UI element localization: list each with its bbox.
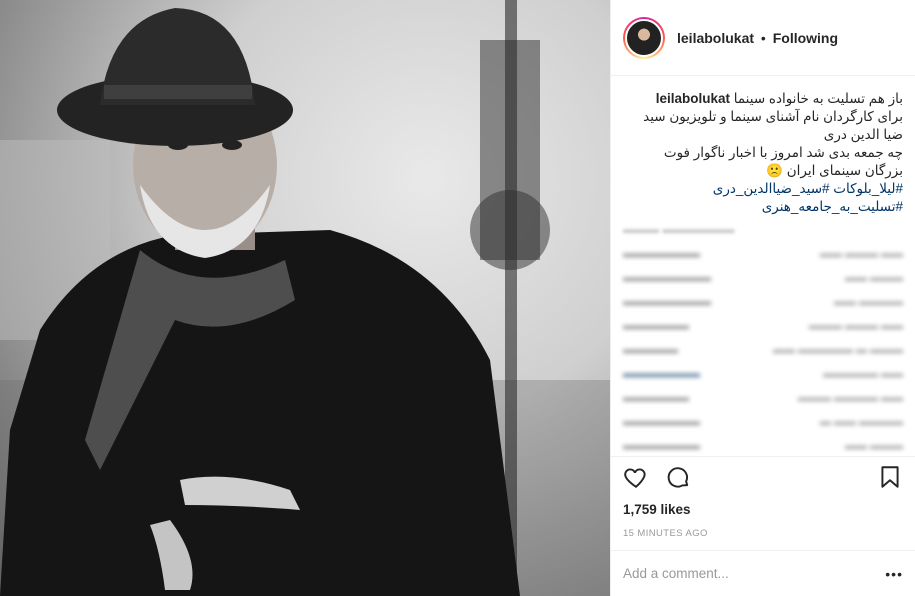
portrait-illustration — [0, 0, 610, 596]
hashtag-link[interactable]: #سید_ضیاالدین_دری — [713, 181, 830, 196]
comment-item: ▬▬▬▬▬▬ ▬▬ ▬▬▬ ▬▬▬ — [623, 320, 903, 332]
comment-item: ▬▬▬▬▬▬▬▬ ▬▬▬ ▬▬ — [623, 272, 903, 284]
action-bar — [611, 456, 915, 496]
comment-item: ▬▬▬▬▬ ▬▬▬ ▬ ▬▬▬▬▬ ▬▬ — [623, 344, 903, 356]
comments-area[interactable]: باز هم تسلیت به خانواده سینما leilaboluk… — [611, 76, 915, 456]
sad-face-emoji: 🙁 — [766, 163, 783, 178]
post-sidebar: leilabolukat • Following باز هم تسلیت به… — [610, 0, 915, 596]
view-all-comments[interactable]: ▬▬▬ ▬▬▬▬▬▬ — [623, 222, 903, 236]
comment-icon[interactable] — [665, 464, 691, 490]
comment-item: ▬▬▬▬▬▬ ▬▬ ▬▬▬▬ ▬▬▬ — [623, 392, 903, 404]
hashtag-link[interactable]: #تسلیت_به_جامعه_هنری — [762, 199, 903, 214]
author-username[interactable]: leilabolukat — [677, 30, 754, 46]
comment-item: ▬▬▬▬▬▬▬▬ ▬▬▬▬ ▬▬ — [623, 296, 903, 308]
caption-line: بزرگان سینمای ایران — [786, 163, 903, 178]
comment-item: ▬▬▬▬▬▬▬ ▬▬▬▬ ▬▬ ▬ — [623, 416, 903, 428]
comment-item: ▬▬▬▬▬▬▬ ▬▬ ▬▬▬ ▬▬ — [623, 248, 903, 260]
caption-username[interactable]: leilabolukat — [656, 91, 730, 106]
add-comment-bar: ••• — [611, 550, 915, 596]
comment-item: ▬▬▬▬▬▬▬ ▬▬▬ ▬▬ — [623, 440, 903, 452]
avatar[interactable] — [625, 18, 663, 57]
post-header: leilabolukat • Following — [611, 0, 915, 76]
caption-line: چه جمعه بدی شد امروز با اخبار ناگوار فوت — [663, 145, 903, 160]
more-options-icon[interactable]: ••• — [885, 566, 903, 582]
comment-item: ▬▬▬▬▬▬▬ ▬▬ ▬▬▬▬▬ — [623, 368, 903, 380]
heart-icon[interactable] — [623, 464, 649, 490]
header-user: leilabolukat • Following — [677, 30, 838, 46]
comment-input[interactable] — [623, 566, 886, 581]
caption-line: ضیا الدین دری — [823, 127, 903, 142]
likes-count[interactable]: 1,759 likes — [611, 496, 915, 522]
hashtag-link[interactable]: #لیلا_بلوکات — [833, 181, 903, 196]
blurred-comment-list: ▬▬▬▬▬▬▬ ▬▬ ▬▬▬ ▬▬ ▬▬▬▬▬▬▬▬ ▬▬▬ ▬▬ ▬▬▬▬▬▬▬▬… — [623, 242, 903, 456]
story-ring[interactable] — [623, 16, 665, 59]
caption-line: برای کارگردان نام آشنای سینما و تلویزیون… — [643, 109, 903, 124]
separator-dot: • — [760, 29, 766, 46]
bookmark-icon[interactable] — [877, 464, 903, 490]
instagram-post: leilabolukat • Following باز هم تسلیت به… — [0, 0, 915, 596]
post-timestamp[interactable]: 15 MINUTES AGO — [611, 522, 915, 550]
caption-line: باز هم تسلیت به خانواده سینما — [733, 91, 903, 106]
post-caption: باز هم تسلیت به خانواده سینما leilaboluk… — [623, 90, 903, 216]
post-photo[interactable] — [0, 0, 610, 596]
follow-status-button[interactable]: Following — [773, 30, 838, 46]
